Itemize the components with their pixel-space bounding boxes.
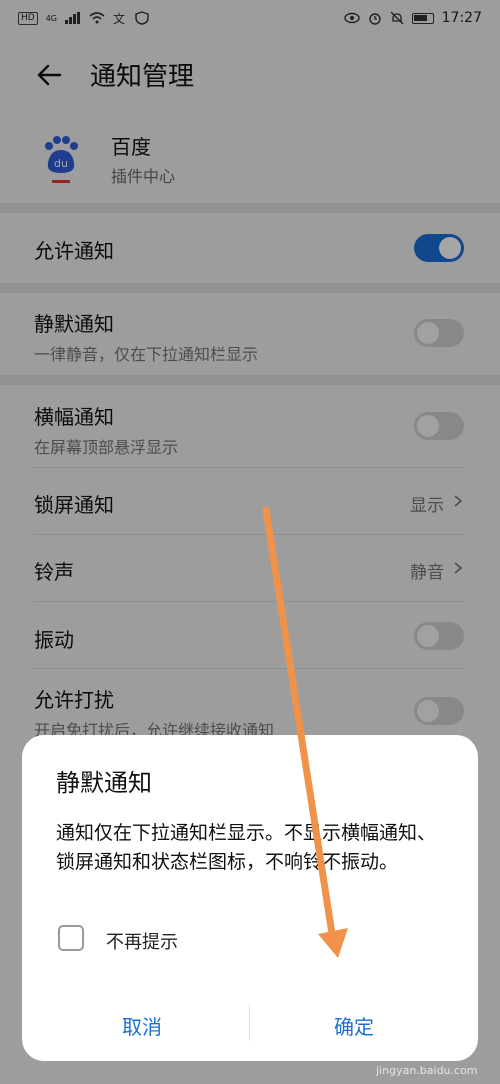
watermark-logo-icon: Bai 经验 jingyan.baidu.com [356,1033,478,1077]
button-separator [249,1005,250,1041]
svg-text:Bai: Bai [356,1033,402,1063]
dialog-message: 通知仅在下拉通知栏显示。不显示横幅通知、锁屏通知和状态栏图标，不响铃不振动。 [56,822,437,873]
svg-text:经验: 经验 [430,1037,470,1061]
silent-notification-dialog: 静默通知 通知仅在下拉通知栏显示。不显示横幅通知、锁屏通知和状态栏图标，不响铃不… [22,735,478,1061]
dialog-title: 静默通知 [56,769,152,797]
dont-show-again-label[interactable]: 不再提示 [106,928,178,954]
dont-show-again-checkbox[interactable] [58,925,84,951]
cancel-button[interactable]: 取消 [122,1011,162,1040]
svg-text:jingyan.baidu.com: jingyan.baidu.com [375,1064,478,1077]
